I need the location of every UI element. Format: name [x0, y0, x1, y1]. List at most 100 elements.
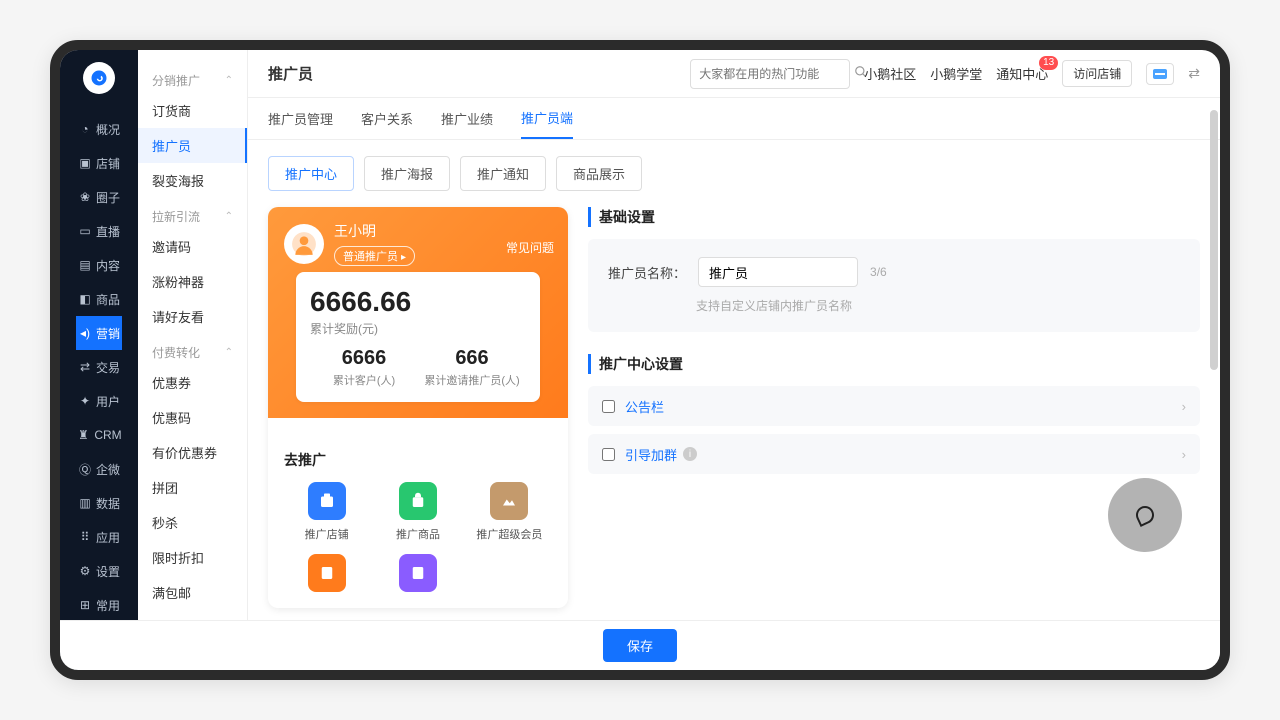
total-reward-value: 6666.66 — [310, 286, 526, 318]
sub-tab[interactable]: 推广海报 — [364, 156, 450, 191]
main-tab[interactable]: 推广业绩 — [441, 99, 493, 138]
nav-user[interactable]: ✦ 用户 — [76, 384, 121, 418]
community-link[interactable]: 小鹅社区 — [864, 64, 916, 83]
stat-customers-label: 累计客户(人) — [310, 372, 418, 388]
promo-grid-item[interactable]: 推广店铺 — [284, 482, 369, 542]
content-icon: ▤ — [78, 258, 92, 272]
subnav-item[interactable]: 涨粉神器 — [138, 264, 247, 299]
notification-link[interactable]: 通知中心 13 — [996, 64, 1048, 83]
promo-grid-item[interactable] — [284, 554, 369, 598]
notification-badge: 13 — [1039, 56, 1058, 70]
promo-grid-item[interactable] — [375, 554, 460, 598]
nav-label: 数据 — [96, 495, 120, 512]
center-settings-title: 推广中心设置 — [588, 354, 1200, 374]
promo-grid: 推广店铺推广商品 推广超级会员 — [284, 482, 552, 598]
settings-panel: 基础设置 推广员名称： 3/6 支持自定义店铺内推广员名称 推广中心设置 公告栏… — [588, 207, 1200, 482]
school-link[interactable]: 小鹅学堂 — [930, 64, 982, 83]
visit-shop-button[interactable]: 访问店铺 — [1062, 60, 1132, 87]
sub-tab[interactable]: 推广通知 — [460, 156, 546, 191]
promoter-name-input[interactable] — [698, 257, 858, 287]
nav-circle[interactable]: ❀圈子 — [76, 180, 121, 214]
nav-crm[interactable]: ♜CRM — [76, 418, 121, 452]
nav-settings[interactable]: ⚙设置 — [76, 554, 121, 588]
subnav-group[interactable]: 拉新引流⌃ — [138, 204, 247, 229]
promo-grid-item[interactable]: 推广超级会员 — [467, 482, 552, 542]
setting-row[interactable]: 引导加群i› — [588, 434, 1200, 474]
setting-row[interactable]: 公告栏› — [588, 386, 1200, 426]
chevron-right-icon: › — [1182, 399, 1186, 414]
stat-customers-value: 6666 — [310, 347, 418, 370]
save-button[interactable]: 保存 — [603, 629, 677, 662]
sub-tab[interactable]: 商品展示 — [556, 156, 642, 191]
setting-checkbox[interactable] — [602, 400, 615, 413]
overview-icon: ◔ — [78, 122, 92, 136]
info-icon[interactable]: i — [683, 447, 697, 461]
primary-nav: ◔概况▣店铺❀圈子▭直播▤内容◧商品◂)营销⇄交易 ✦ 用户 ♜CRMⓆ企微▥数据⠿应… — [60, 50, 138, 670]
nav-wecom[interactable]: Ⓠ企微 — [76, 452, 121, 486]
nav-shop[interactable]: ▣店铺 — [76, 146, 121, 180]
nav-label: 用户 — [96, 393, 120, 410]
main-tab[interactable]: 推广员管理 — [268, 99, 333, 138]
promo-section-title: 去推广 — [284, 450, 552, 470]
subnav-item[interactable]: 订货商 — [138, 93, 247, 128]
basic-settings-box: 推广员名称： 3/6 支持自定义店铺内推广员名称 — [588, 239, 1200, 332]
group-title: 拉新引流 — [152, 208, 200, 225]
secondary-tabs: 推广中心推广海报推广通知商品展示 — [268, 156, 1200, 191]
save-bar: 保存 — [248, 620, 1220, 670]
subnav-group[interactable]: 付费转化⌃ — [138, 340, 247, 365]
user-icon: ✦ — [78, 394, 92, 408]
nav-content[interactable]: ▤内容 — [76, 248, 121, 282]
nav-trade[interactable]: ⇄交易 — [76, 350, 121, 384]
swap-icon[interactable]: ⇄ — [1188, 65, 1200, 82]
subnav-item[interactable]: 秒杀 — [138, 505, 247, 540]
role-tag[interactable]: 普通推广员 — [334, 246, 415, 266]
setting-label: 引导加群 — [625, 445, 677, 464]
nav-goods[interactable]: ◧商品 — [76, 282, 121, 316]
group-title: 分销推广 — [152, 72, 200, 89]
subnav-item[interactable]: 推广员 — [138, 128, 247, 163]
nav-apps[interactable]: ⠿应用 — [76, 520, 121, 554]
subnav-item[interactable]: 优惠券 — [138, 365, 247, 400]
main-tab[interactable]: 推广员端 — [521, 98, 573, 139]
subnav-item[interactable]: 优惠码 — [138, 400, 247, 435]
subnav-item[interactable]: 限时折扣 — [138, 540, 247, 575]
main-tab[interactable]: 客户关系 — [361, 99, 413, 138]
promo-grid-item[interactable]: 推广商品 — [375, 482, 460, 542]
nav-label: 店铺 — [96, 155, 120, 172]
subnav-item[interactable]: 有价优惠券 — [138, 435, 247, 470]
stat-invited-value: 666 — [418, 347, 526, 370]
nav-live[interactable]: ▭直播 — [76, 214, 121, 248]
promo-item-label: 推广商品 — [396, 526, 440, 542]
sub-tab[interactable]: 推广中心 — [268, 156, 354, 191]
nav-marketing[interactable]: ◂)营销 — [76, 316, 121, 350]
promo-item-icon — [399, 554, 437, 592]
subnav-item[interactable]: 裂变海报 — [138, 163, 247, 198]
nav-label: 圈子 — [96, 189, 120, 206]
nav-data[interactable]: ▥数据 — [76, 486, 121, 520]
setting-checkbox[interactable] — [602, 448, 615, 461]
goods-icon: ◧ — [78, 292, 92, 306]
logo[interactable] — [83, 62, 115, 94]
trade-icon: ⇄ — [78, 360, 92, 374]
subnav-item[interactable]: 拼团 — [138, 470, 247, 505]
scrollbar[interactable] — [1210, 110, 1218, 370]
nav-label: 直播 — [96, 223, 120, 240]
subnav-item[interactable]: 满包邮 — [138, 575, 247, 610]
search-input[interactable] — [699, 67, 854, 81]
char-count: 3/6 — [870, 265, 887, 279]
settings-icon: ⚙ — [78, 564, 92, 578]
subnav-item[interactable]: 请好友看 — [138, 299, 247, 334]
subnav-item[interactable]: 邀请码 — [138, 229, 247, 264]
promo-item-icon — [308, 482, 346, 520]
subnav-group[interactable]: 分销推广⌃ — [138, 68, 247, 93]
faq-link[interactable]: 常见问题 — [506, 239, 554, 256]
total-reward-label: 累计奖励(元) — [310, 320, 526, 337]
promo-item-icon — [308, 554, 346, 592]
nav-overview[interactable]: ◔概况 — [76, 112, 121, 146]
promo-item-label: 推广超级会员 — [476, 526, 542, 542]
name-field-tip: 支持自定义店铺内推广员名称 — [696, 297, 1180, 314]
theme-chip[interactable] — [1146, 63, 1174, 85]
nav-common[interactable]: ⊞常用 — [76, 588, 121, 622]
nav-label: 营销 — [96, 325, 120, 342]
global-search[interactable] — [690, 59, 850, 89]
